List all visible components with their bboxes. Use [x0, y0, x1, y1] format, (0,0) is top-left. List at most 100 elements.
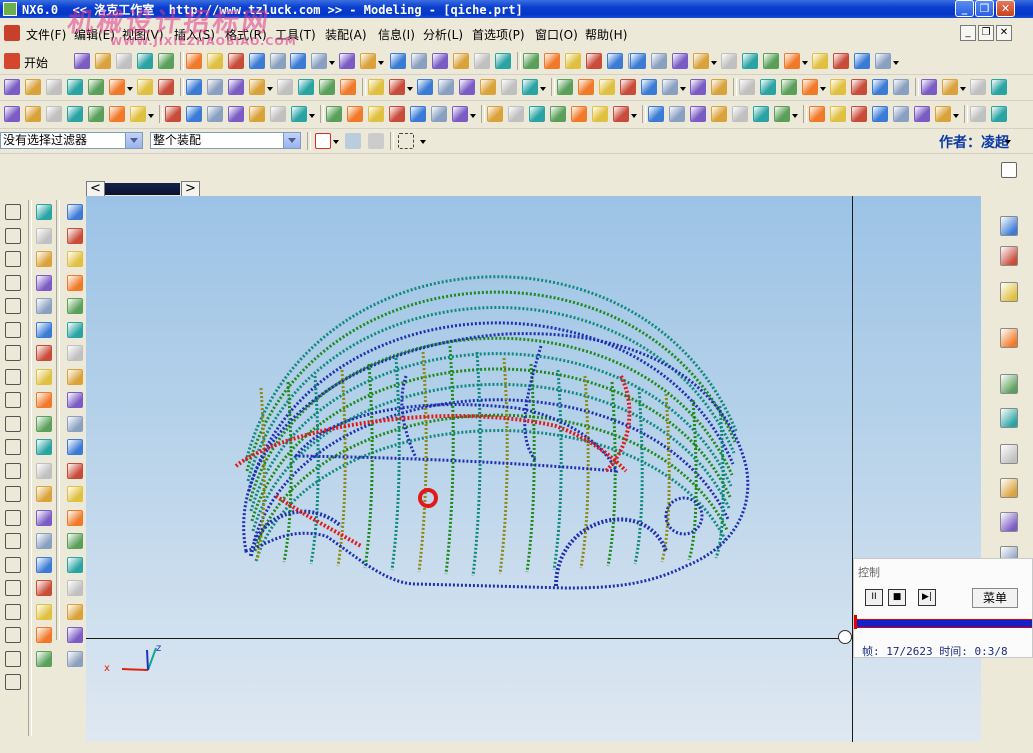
circle-icon[interactable]: [67, 533, 83, 549]
cylinder-icon[interactable]: [459, 79, 475, 95]
constraint-navigator-icon[interactable]: [1000, 246, 1018, 266]
offset-icon[interactable]: [571, 106, 587, 122]
helix-icon[interactable]: [5, 462, 21, 479]
block-icon[interactable]: [46, 79, 62, 95]
section-icon[interactable]: [5, 627, 21, 643]
spline-icon[interactable]: [5, 439, 21, 455]
fillet-icon[interactable]: [508, 106, 524, 122]
edit-object-icon[interactable]: [833, 53, 849, 69]
extend-icon[interactable]: [550, 106, 566, 122]
menu-help[interactable]: 帮助(H): [585, 26, 627, 43]
open-icon[interactable]: [311, 53, 327, 69]
polygon-icon[interactable]: [487, 106, 503, 122]
web-browser-icon[interactable]: [1000, 408, 1018, 428]
role-icon[interactable]: [1000, 478, 1018, 498]
mesh-icon[interactable]: [36, 415, 52, 432]
chevron-down-icon[interactable]: [309, 114, 315, 118]
trim-icon[interactable]: [186, 106, 202, 122]
line-icon[interactable]: [368, 106, 384, 122]
curve-icon[interactable]: [36, 533, 52, 549]
polygon-icon[interactable]: [830, 106, 846, 122]
save-icon[interactable]: [339, 53, 355, 69]
chamfer-icon[interactable]: [298, 79, 314, 95]
fillet-icon[interactable]: [5, 415, 21, 432]
boss-icon[interactable]: [942, 79, 958, 95]
trim-icon[interactable]: [5, 650, 21, 667]
slot-icon[interactable]: [620, 79, 636, 95]
chevron-down-icon[interactable]: [283, 133, 300, 148]
cone-icon[interactable]: [88, 79, 104, 95]
pocket-icon[interactable]: [578, 79, 594, 95]
sweep-icon[interactable]: [67, 274, 83, 291]
refresh-icon[interactable]: [875, 53, 891, 69]
close-button[interactable]: ✕: [996, 0, 1015, 17]
display-icon[interactable]: [607, 53, 623, 69]
chevron-down-icon[interactable]: [267, 87, 273, 91]
sketch-icon[interactable]: [36, 509, 52, 526]
project-icon[interactable]: [935, 106, 951, 122]
menu-analysis[interactable]: 分析(L): [423, 26, 463, 43]
delete-icon[interactable]: [523, 53, 539, 69]
save-icon[interactable]: [432, 53, 448, 69]
chevron-down-icon[interactable]: [125, 133, 142, 148]
offset-curve-icon[interactable]: [67, 627, 83, 643]
circle-icon[interactable]: [88, 106, 104, 122]
copy-icon[interactable]: [474, 53, 490, 69]
rectangle-select-icon[interactable]: [398, 133, 414, 149]
bridge-icon[interactable]: [291, 106, 307, 122]
blend-icon[interactable]: [662, 79, 678, 95]
hole-icon[interactable]: [522, 79, 538, 95]
menu-window[interactable]: 窗口(O): [535, 26, 578, 43]
circle-icon[interactable]: [774, 106, 790, 122]
arc-icon[interactable]: [5, 321, 21, 338]
slot-icon[interactable]: [228, 79, 244, 95]
spline-icon[interactable]: [67, 106, 83, 122]
ellipse-icon[interactable]: [809, 106, 825, 122]
cylinder-icon[interactable]: [67, 79, 83, 95]
open-icon[interactable]: [95, 53, 111, 69]
trim-icon[interactable]: [67, 321, 83, 338]
cylinder-icon[interactable]: [851, 79, 867, 95]
line-icon[interactable]: [36, 580, 52, 596]
sphere-icon[interactable]: [501, 79, 517, 95]
pattern-icon[interactable]: [340, 79, 356, 95]
polygon-icon[interactable]: [130, 106, 146, 122]
cut-icon[interactable]: [453, 53, 469, 69]
arc-icon[interactable]: [389, 106, 405, 122]
trim-icon[interactable]: [529, 106, 545, 122]
circle-icon[interactable]: [431, 106, 447, 122]
boss-icon[interactable]: [557, 79, 573, 95]
open-icon[interactable]: [411, 53, 427, 69]
copy-icon[interactable]: [158, 53, 174, 69]
helix-icon[interactable]: [67, 603, 83, 620]
process-studio-icon[interactable]: [1000, 512, 1018, 532]
pocket-icon[interactable]: [970, 79, 986, 95]
trim-icon[interactable]: [872, 106, 888, 122]
chevron-down-icon[interactable]: [378, 61, 384, 65]
chevron-down-icon[interactable]: [1005, 140, 1011, 144]
offset-curve-icon[interactable]: [5, 486, 21, 502]
polygon-icon[interactable]: [5, 368, 21, 385]
mesh-icon[interactable]: [67, 251, 83, 267]
offset-curve-icon[interactable]: [36, 321, 52, 338]
shell-icon[interactable]: [319, 79, 335, 95]
circle-icon[interactable]: [36, 227, 52, 244]
type-filter-select[interactable]: 没有选择过滤器: [0, 132, 143, 149]
point-icon[interactable]: [67, 439, 83, 455]
snap-point-icon[interactable]: [315, 133, 331, 149]
polygon-icon[interactable]: [36, 204, 52, 220]
helix-icon[interactable]: [36, 298, 52, 314]
pocket-icon[interactable]: [186, 79, 202, 95]
menu-preferences[interactable]: 首选项(P): [472, 26, 525, 43]
bridge-icon[interactable]: [991, 106, 1007, 122]
trim-icon[interactable]: [36, 486, 52, 502]
extrude-icon[interactable]: [389, 79, 405, 95]
project-icon[interactable]: [249, 106, 265, 122]
chevron-down-icon[interactable]: [893, 61, 899, 65]
mirror-icon[interactable]: [368, 79, 384, 95]
open-icon[interactable]: [651, 53, 667, 69]
chevron-down-icon[interactable]: [420, 140, 426, 144]
chevron-down-icon[interactable]: [329, 61, 335, 65]
line-icon[interactable]: [5, 274, 21, 291]
polygon-icon[interactable]: [67, 509, 83, 526]
